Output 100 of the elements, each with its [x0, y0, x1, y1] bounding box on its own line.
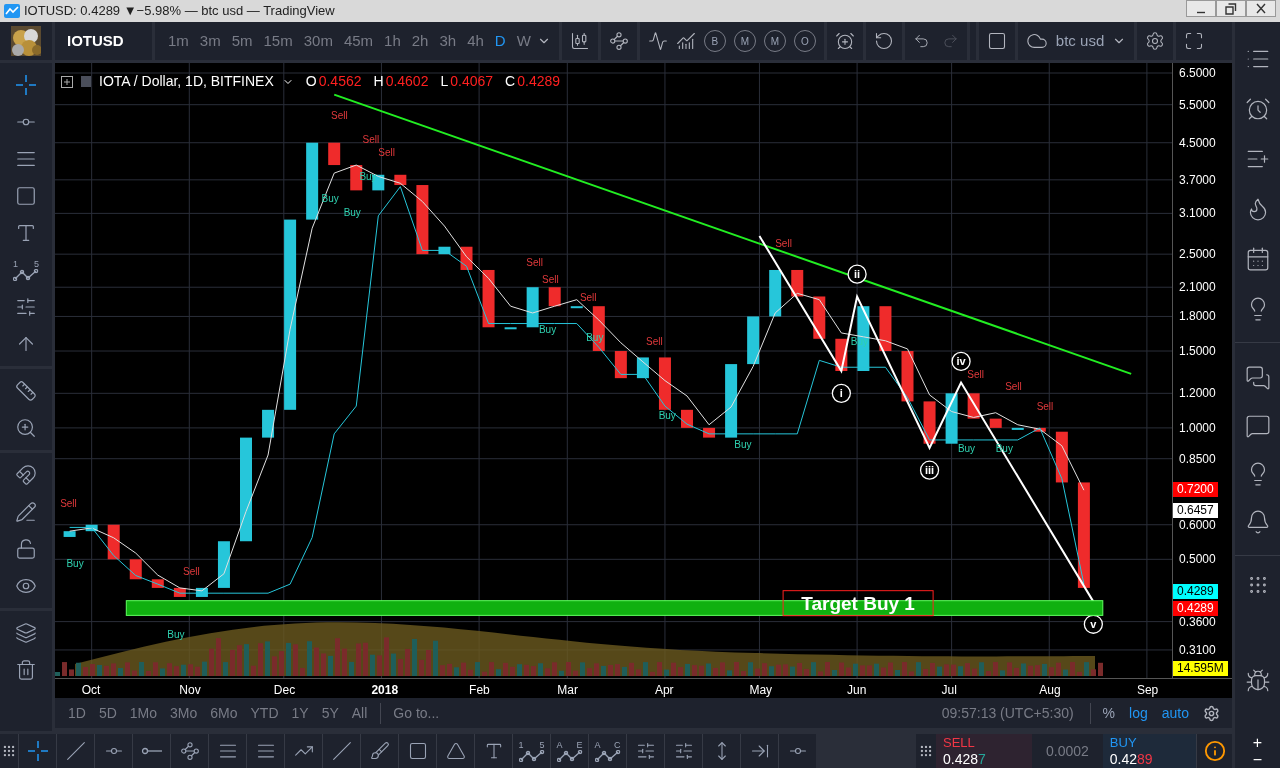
wave-label: iii: [919, 460, 940, 480]
price-marker: 0.6457: [1173, 502, 1218, 518]
time-tick: Feb: [469, 682, 490, 699]
signal-label: Sell: [579, 292, 597, 304]
price-tick: 5.5000: [1179, 97, 1216, 112]
interval-button[interactable]: 3m: [194, 29, 226, 53]
log-toggle[interactable]: log: [1129, 702, 1148, 724]
time-tick: Sep: [1136, 682, 1159, 699]
signal-label: Sell: [775, 237, 792, 249]
price-tick: 1.2000: [1179, 386, 1216, 401]
range-button[interactable]: 5Y: [321, 702, 339, 724]
range-button[interactable]: 3Mo: [170, 702, 198, 724]
legend-value: 0.4289: [517, 72, 561, 91]
price-tick: 2.1000: [1179, 280, 1216, 295]
legend-label: C: [505, 72, 516, 91]
wave-label: ii: [847, 264, 867, 284]
signal-label: Sell: [646, 335, 663, 347]
range-button[interactable]: 1D: [68, 702, 86, 724]
time-tick: Jun: [847, 682, 867, 699]
price-marker: 0.4289: [1173, 584, 1218, 600]
interval-button[interactable]: 4h: [462, 29, 489, 53]
price-tick: 6.5000: [1179, 66, 1216, 80]
interval-button[interactable]: 15m: [258, 29, 298, 53]
price-tick: 0.3100: [1179, 642, 1216, 657]
time-tick: Jul: [941, 682, 957, 699]
price-tick: 1.0000: [1179, 420, 1216, 435]
signal-label: Sell: [967, 369, 985, 381]
spread-value: 0.0002: [1045, 741, 1090, 761]
time-tick: May: [749, 682, 773, 699]
legend-label: L: [440, 72, 449, 91]
price-tick: 0.3600: [1179, 614, 1216, 629]
price-tick: 1.5000: [1179, 344, 1216, 358]
interval-button[interactable]: 5m: [226, 29, 258, 53]
signal-label: Sell: [1036, 400, 1054, 412]
interval-button[interactable]: 1m: [163, 29, 194, 53]
time-tick: Nov: [179, 682, 201, 699]
legend-value: 0.4067: [450, 72, 494, 91]
range-button[interactable]: 6Mo: [210, 702, 238, 724]
signal-label: Buy: [957, 443, 976, 455]
drawing-tool-button[interactable]: A E: [550, 734, 588, 768]
price-marker: 0.7200: [1173, 482, 1218, 498]
range-button[interactable]: 5D: [98, 702, 117, 724]
interval-button[interactable]: 1h: [379, 29, 406, 53]
price-marker: 14.595M: [1173, 660, 1228, 676]
drawing-tool-button[interactable]: 1 5: [512, 734, 550, 768]
signal-label: Buy: [343, 207, 361, 219]
legend-value: 0.4602: [385, 72, 429, 91]
signal-label: Buy: [321, 192, 339, 204]
percent-toggle[interactable]: %: [1102, 702, 1116, 724]
range-button[interactable]: All: [351, 702, 368, 724]
price-tick: 1.8000: [1179, 309, 1216, 324]
signal-label: Buy: [167, 629, 185, 641]
signal-label: Buy: [66, 558, 84, 570]
time-tick: Mar: [557, 682, 578, 699]
signal-label: Buy: [658, 409, 676, 421]
range-button[interactable]: 1Mo: [129, 702, 158, 724]
window-title: IOTUSD: 0.4289 ▼−5.98% — btc usd — TradingView: [24, 2, 335, 21]
price-axis[interactable]: 6.5000 5.5000 4.5000 3.7000 3.1000 2.5000 2.1000 1.8000 1.5000 1.2000 1.0000 0.8500 0.6000 0.5000 0.3600 0.3100 0.7200 0.6457 0.4289 0.4289 14.595M: [1172, 63, 1228, 678]
signal-label: Sell: [526, 256, 544, 268]
interval-button[interactable]: 2h: [406, 29, 434, 53]
wave-label: i: [831, 383, 851, 403]
legend-label: O: [305, 72, 317, 91]
price-tick: 3.1000: [1179, 206, 1216, 221]
time-tick: 2018: [371, 682, 399, 699]
signal-label: Sell: [1005, 381, 1022, 393]
drawing-tool-button[interactable]: A C: [588, 734, 626, 768]
time-tick: Oct: [81, 682, 101, 699]
price-marker: 0.4289: [1173, 600, 1218, 616]
auto-toggle[interactable]: auto: [1161, 702, 1189, 724]
buy-button[interactable]: BUY 0.4289: [1102, 734, 1196, 768]
signal-label: Sell: [183, 566, 200, 578]
price-tick: 4.5000: [1179, 135, 1216, 150]
time-tick: Dec: [273, 682, 296, 699]
signal-label: Sell: [362, 133, 380, 145]
range-button[interactable]: YTD: [250, 702, 279, 724]
legend-title[interactable]: IOTA / Dollar, 1D, BITFINEX: [99, 71, 274, 92]
time-tick: Aug: [1039, 682, 1061, 699]
go-to-button[interactable]: Go to...: [393, 702, 440, 724]
signal-label: Sell: [60, 497, 77, 509]
signal-label: Buy: [734, 438, 752, 450]
interval-button[interactable]: W: [511, 29, 536, 53]
time-axis[interactable]: Oct Nov Dec 2018 Feb Mar Apr May Jun Jul Aug Sep: [55, 678, 1232, 698]
signal-label: Sell: [378, 146, 395, 158]
time-tick: Apr: [654, 682, 674, 699]
signal-label: Sell: [331, 110, 348, 121]
legend-value: 0.4562: [318, 72, 362, 91]
interval-button[interactable]: 45m: [338, 29, 379, 53]
zoom-out-button[interactable]: −: [1235, 751, 1280, 768]
range-button[interactable]: 1Y: [291, 702, 309, 724]
interval-button[interactable]: D: [489, 29, 511, 53]
price-tick: 2.5000: [1179, 247, 1216, 262]
sell-button[interactable]: SELL 0.4287: [936, 734, 1032, 768]
legend-label: H: [373, 72, 384, 91]
interval-button[interactable]: 3h: [434, 29, 462, 53]
clock-text: 09:57:13 (UTC+5:30): [941, 703, 1074, 723]
signal-label: Buy: [538, 323, 557, 335]
price-tick: 3.7000: [1179, 172, 1216, 187]
price-tick: 0.5000: [1179, 552, 1216, 567]
zoom-in-button[interactable]: +: [1235, 734, 1280, 751]
interval-button[interactable]: 30m: [298, 29, 338, 53]
